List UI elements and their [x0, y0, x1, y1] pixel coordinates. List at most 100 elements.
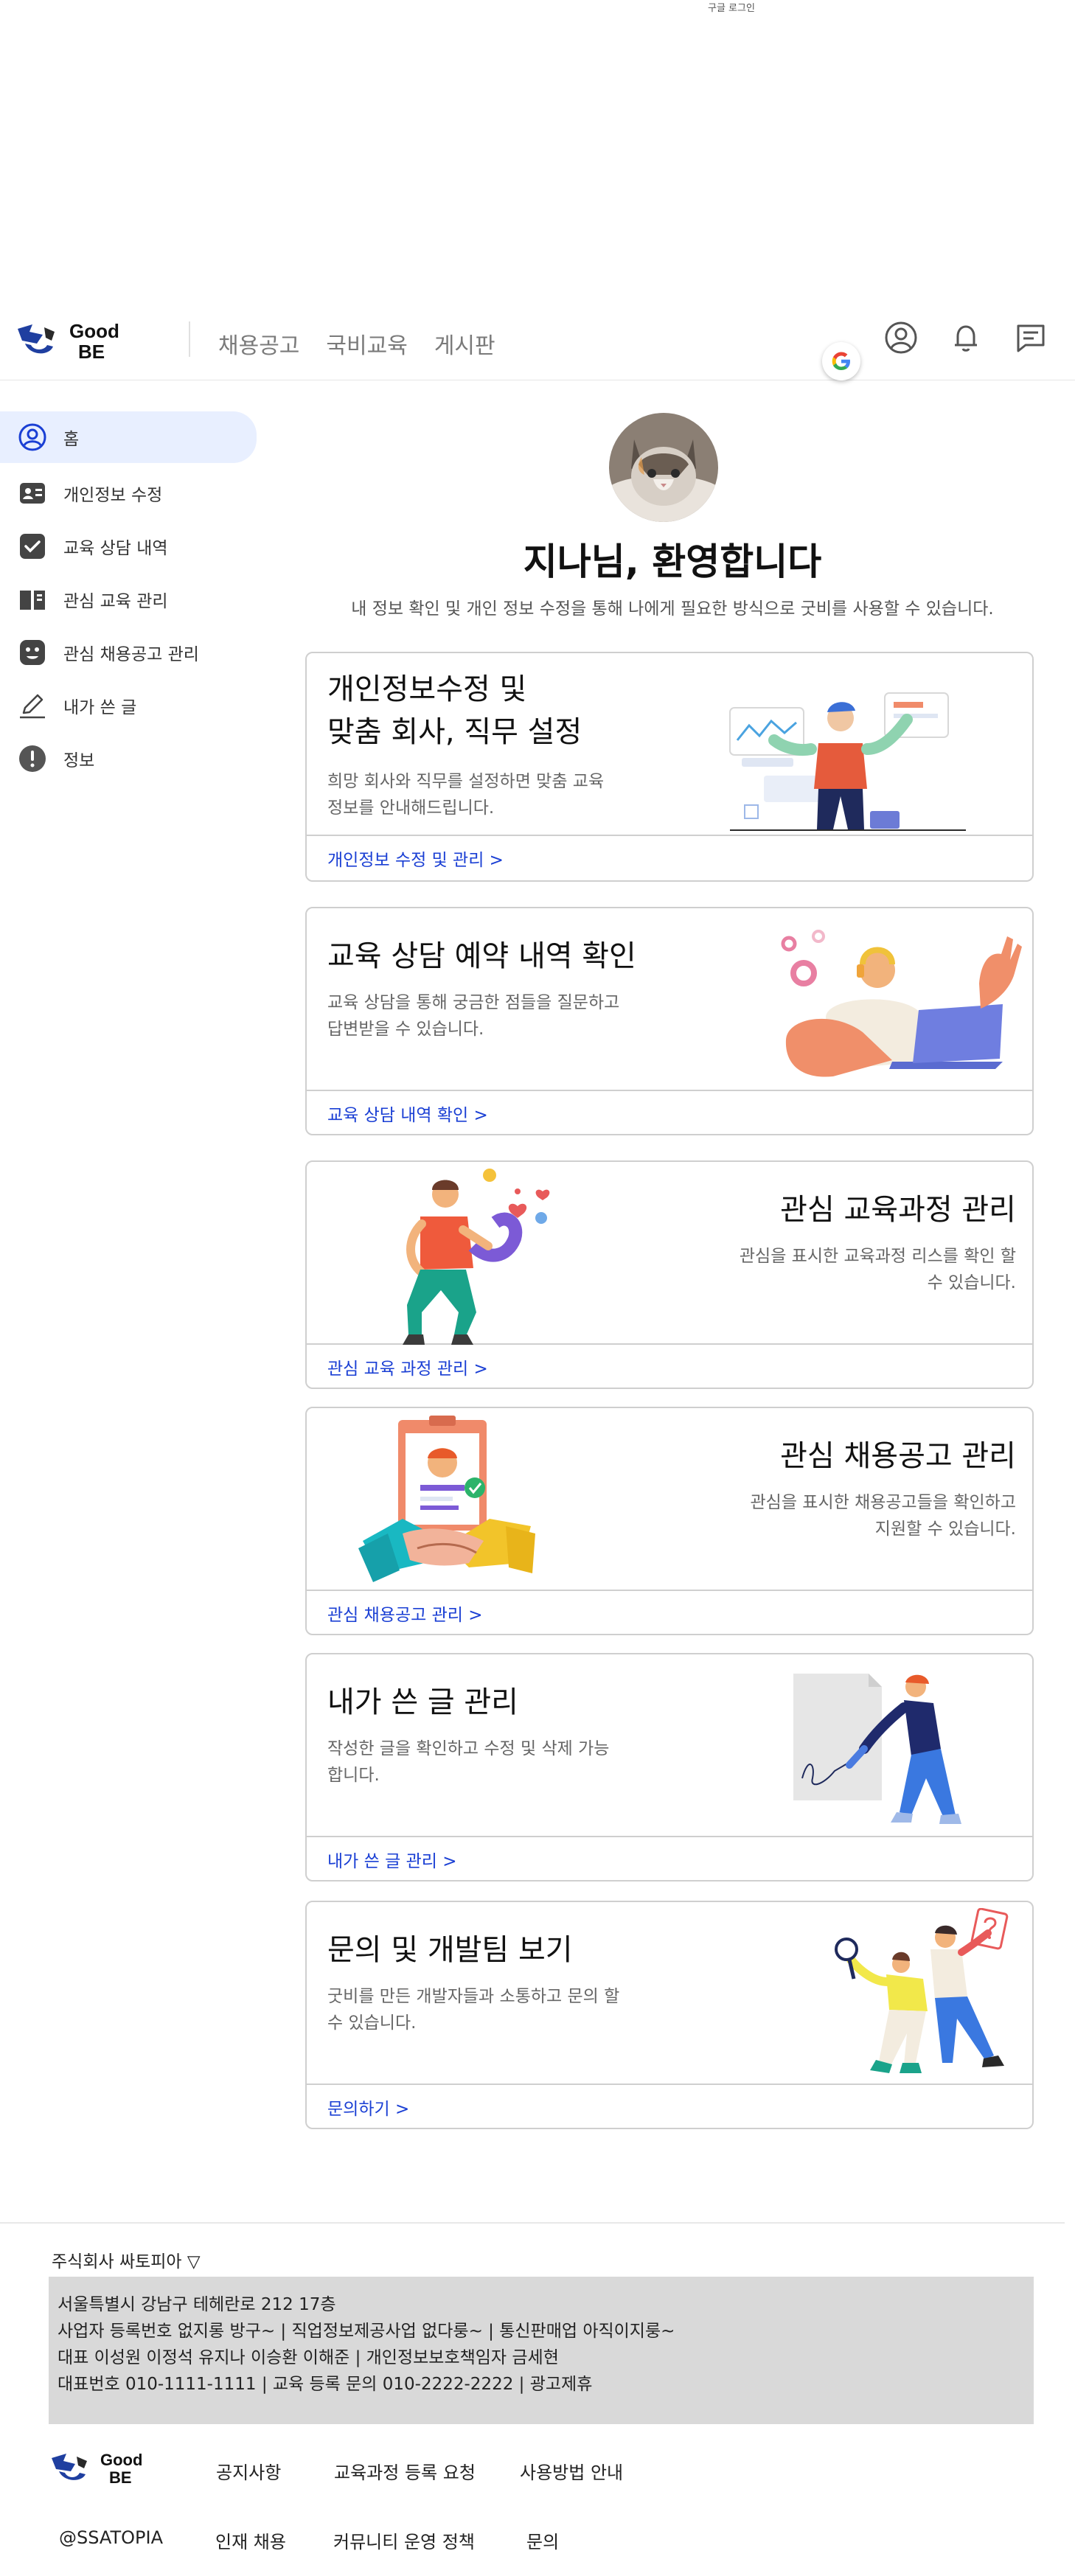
avatar[interactable]	[609, 413, 718, 522]
card-title: 교육 상담 예약 내역 확인	[327, 935, 636, 978]
nav-education[interactable]: 국비교육	[326, 327, 407, 360]
check-box-icon	[16, 530, 49, 563]
card-desc-line: 정보를 안내해드립니다.	[327, 798, 495, 818]
footer-goodbe-logo[interactable]: Good BE	[50, 2449, 190, 2488]
card-title: 관심 채용공고 관리	[780, 1435, 1016, 1477]
book-open-icon	[16, 583, 49, 616]
handshake-illustration	[358, 1416, 535, 1582]
sidebar-item-my-posts[interactable]: 내가 쓴 글	[0, 683, 258, 728]
card-title: 문의 및 개발팀 보기	[327, 1929, 573, 1971]
my-posts-card: 내가 쓴 글 관리 작성한 글을 확인하고 수정 및 삭제 가능 합니다. 내가…	[305, 1653, 1034, 1881]
sidebar-item-job-interest[interactable]: 관심 채용공고 관리	[0, 630, 258, 675]
sidebar-item-label: 개인정보 수정	[63, 486, 163, 505]
sidebar-item-label: 관심 교육 관리	[63, 592, 168, 611]
sidebar: 홈 개인정보 수정 교육 상담 내역 관심 교육 관리 관심 채용공고 관리 내…	[0, 411, 258, 789]
sidebar-item-consult-history[interactable]: 교육 상담 내역	[0, 523, 258, 569]
id-card-icon	[16, 477, 49, 509]
user-circle-icon	[16, 421, 49, 453]
edu-interest-card: 관심 교육과정 관리 관심을 표시한 교육과정 리스를 확인 할 수 있습니다.…	[305, 1160, 1034, 1389]
card-desc-line: 답변받을 수 있습니다.	[327, 1020, 484, 1039]
inquiry-card: 문의 및 개발팀 보기 굿비를 만든 개발자들과 소통하고 문의 할 수 있습니…	[305, 1901, 1034, 2129]
card-title: 개인정보수정 및 맞춤 회사, 직무 설정	[327, 668, 582, 753]
card-description: 관심을 표시한 채용공고들을 확인하고 지원할 수 있습니다.	[751, 1489, 1017, 1542]
footer-link-guide[interactable]: 사용방법 안내	[520, 2458, 623, 2484]
card-description: 관심을 표시한 교육과정 리스를 확인 할 수 있습니다.	[740, 1243, 1016, 1296]
svg-text:Good: Good	[69, 320, 119, 342]
card-description: 작성한 글을 확인하고 수정 및 삭제 가능 합니다.	[327, 1736, 609, 1789]
my-posts-link[interactable]: 내가 쓴 글 관리 >	[307, 1836, 1032, 1880]
footer-link-course-request[interactable]: 교육과정 등록 요청	[334, 2458, 520, 2484]
card-title-line: 교육 상담 예약 내역 확인	[327, 939, 636, 973]
card-title: 내가 쓴 글 관리	[327, 1681, 518, 1724]
footer-divider	[0, 2222, 1065, 2224]
company-info-line: 대표 이성원 이정석 유지나 이승환 이해준 | 개인정보보호책임자 금세현	[58, 2348, 559, 2367]
header: Good BE 채용공고 국비교육 게시판	[0, 302, 1075, 380]
sidebar-item-edu-interest[interactable]: 관심 교육 관리	[0, 577, 258, 622]
profile-edit-link[interactable]: 개인정보 수정 및 관리 >	[307, 835, 1032, 880]
card-title-line: 관심 교육과정 관리	[780, 1193, 1016, 1227]
footer-links-secondary: @SSATOPIA 인재 채용 커뮤니티 운영 정책 문의	[59, 2527, 559, 2553]
card-desc-line: 관심을 표시한 교육과정 리스를 확인 할	[739, 1247, 1016, 1266]
card-title-line: 내가 쓴 글 관리	[327, 1685, 518, 1719]
footer-link-recruit[interactable]: 인재 채용	[215, 2527, 333, 2553]
header-actions	[882, 318, 1050, 357]
card-desc-line: 희망 회사와 직무를 설정하면 맞춤 교육	[327, 772, 605, 791]
card-desc-line: 지원할 수 있습니다.	[874, 1520, 1016, 1539]
card-title-line: 관심 채용공고 관리	[780, 1439, 1016, 1473]
svg-text:Good: Good	[100, 2451, 142, 2469]
company-info-line: 사업자 등록번호 없지롱 방구~ | 직업정보제공사업 없다룽~ | 통신판매업…	[58, 2322, 675, 2341]
inquiry-link[interactable]: 문의하기 >	[307, 2084, 1032, 2128]
smile-face-icon	[16, 636, 49, 669]
sidebar-item-label: 교육 상담 내역	[63, 539, 168, 558]
sidebar-item-label: 정보	[63, 751, 95, 770]
page-title: 지나님, 환영합니다	[523, 540, 822, 583]
job-interest-link[interactable]: 관심 채용공고 관리 >	[307, 1590, 1032, 1634]
message-icon[interactable]	[1012, 318, 1050, 357]
nav-board[interactable]: 게시판	[434, 327, 495, 360]
card-title-line: 맞춤 회사, 직무 설정	[327, 715, 582, 749]
card-desc-line: 수 있습니다.	[327, 2013, 417, 2033]
company-info: 서울특별시 강남구 테헤란로 212 17층 사업자 등록번호 없지롱 방구~ …	[49, 2277, 1034, 2424]
card-description: 교육 상담을 통해 궁금한 점들을 질문하고 답변받을 수 있습니다.	[327, 989, 619, 1042]
card-description: 희망 회사와 직무를 설정하면 맞춤 교육 정보를 안내해드립니다.	[327, 768, 604, 821]
bell-icon[interactable]	[947, 318, 985, 357]
sidebar-item-label: 내가 쓴 글	[63, 698, 137, 717]
company-info-line: 대표번호 010-1111-1111 | 교육 등록 문의 010-2222-2…	[58, 2375, 593, 2394]
profile-icon[interactable]	[882, 318, 920, 357]
card-desc-line: 교육 상담을 통해 궁금한 점들을 질문하고	[327, 993, 620, 1012]
footer-link-ssatopia[interactable]: @SSATOPIA	[59, 2527, 215, 2553]
card-desc-line: 관심을 표시한 채용공고들을 확인하고	[750, 1493, 1017, 1512]
sidebar-item-profile-edit[interactable]: 개인정보 수정	[0, 470, 258, 516]
sidebar-item-home[interactable]: 홈	[0, 411, 257, 463]
inquiry-illustration	[835, 1908, 1009, 2073]
sidebar-item-label: 관심 채용공고 관리	[63, 645, 199, 664]
footer-link-contact[interactable]: 문의	[526, 2527, 559, 2553]
card-desc-line: 굿비를 만든 개발자들과 소통하고 문의 할	[327, 1987, 620, 2006]
footer-link-community-policy[interactable]: 커뮤니티 운영 정책	[333, 2527, 526, 2553]
footer-link-notice[interactable]: 공지사항	[216, 2458, 334, 2484]
goodbe-logo[interactable]: Good BE	[15, 318, 162, 363]
card-desc-line: 수 있습니다.	[927, 1273, 1016, 1292]
page-subtitle: 내 정보 확인 및 개인 정보 수정을 통해 나에게 필요한 방식으로 굿비를 …	[351, 599, 994, 619]
edu-interest-link[interactable]: 관심 교육 과정 관리 >	[307, 1343, 1032, 1388]
sidebar-item-label: 홈	[63, 430, 80, 449]
google-login-link[interactable]: 구글 로그인	[708, 0, 755, 14]
card-description: 굿비를 만든 개발자들과 소통하고 문의 할 수 있습니다.	[327, 1983, 619, 2036]
writing-illustration	[793, 1674, 961, 1824]
google-icon[interactable]	[822, 342, 860, 380]
nav-jobs[interactable]: 채용공고	[218, 327, 299, 360]
consult-illustration	[781, 930, 1022, 1077]
pencil-icon	[16, 689, 49, 722]
svg-text:BE: BE	[78, 341, 105, 363]
company-dropdown[interactable]: 주식회사 싸토피아 ▽	[52, 2247, 201, 2272]
card-title-line: 문의 및 개발팀 보기	[327, 1933, 573, 1967]
svg-text:BE: BE	[109, 2468, 132, 2487]
card-desc-line: 작성한 글을 확인하고 수정 및 삭제 가능	[327, 1739, 610, 1758]
magnet-illustration	[403, 1169, 550, 1345]
consult-history-link[interactable]: 교육 상담 내역 확인 >	[307, 1090, 1032, 1134]
consult-history-card: 교육 상담 예약 내역 확인 교육 상담을 통해 궁금한 점들을 질문하고 답변…	[305, 907, 1034, 1135]
company-info-line: 서울특별시 강남구 테헤란로 212 17층	[58, 2295, 336, 2314]
card-title-line: 개인정보수정 및	[327, 672, 527, 706]
sidebar-item-info[interactable]: 정보	[0, 736, 258, 781]
info-icon	[16, 742, 49, 775]
